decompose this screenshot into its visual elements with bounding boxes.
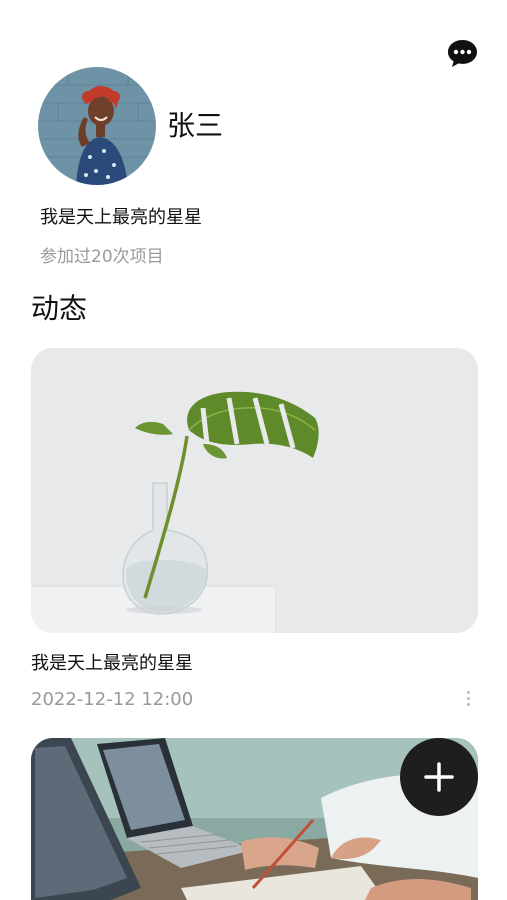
- more-dot: [466, 702, 470, 706]
- user-name: 张三: [167, 109, 224, 142]
- post-text: 我是天上最亮的星星: [31, 653, 193, 674]
- post-time: 2022-12-12 12:00: [31, 689, 194, 710]
- more-dot: [466, 696, 470, 700]
- avatar[interactable]: [38, 67, 156, 185]
- add-button[interactable]: [400, 738, 478, 816]
- avatar-photo: [38, 67, 156, 185]
- more-options-icon[interactable]: [458, 688, 478, 708]
- profile-page: 张三 我是天上最亮的星星 参加过20次项目 动态 我是天上最亮的星星 2022-…: [0, 0, 507, 900]
- section-title: 动态: [31, 292, 88, 325]
- participation-count: 参加过20次项目: [40, 247, 164, 267]
- chat-button[interactable]: [446, 38, 479, 69]
- post-image[interactable]: [31, 348, 478, 633]
- plus-icon: [424, 762, 454, 792]
- user-bio: 我是天上最亮的星星: [40, 207, 202, 228]
- chat-bubble-icon: [448, 40, 477, 67]
- more-dot: [466, 690, 470, 694]
- monstera-leaf-in-vase: [31, 348, 478, 633]
